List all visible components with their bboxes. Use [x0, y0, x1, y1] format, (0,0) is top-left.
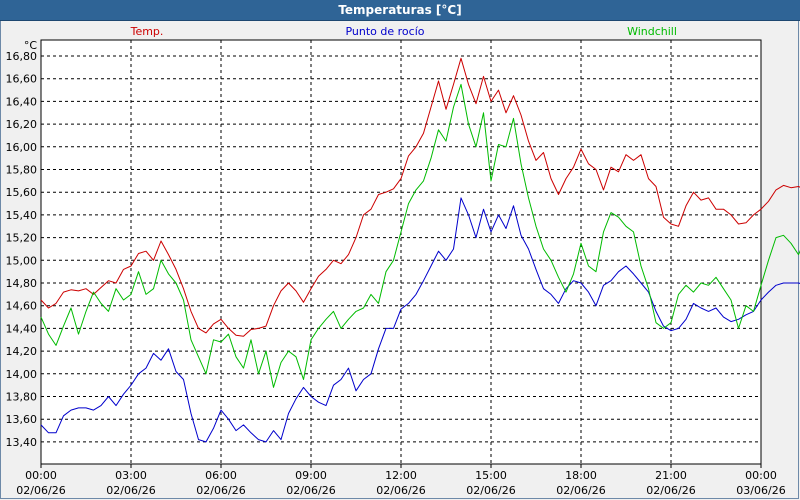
x-tick-time: 12:00 — [385, 469, 417, 482]
x-tick-time: 00:00 — [25, 469, 57, 482]
y-unit-label: °C — [24, 39, 38, 52]
y-tick-label: 16,20 — [6, 118, 38, 131]
y-tick-label: 15,00 — [6, 254, 38, 267]
x-tick-date: 02/06/26 — [106, 484, 155, 497]
x-tick-date: 02/06/26 — [16, 484, 65, 497]
x-tick-time: 00:00 — [745, 469, 777, 482]
legend-entry: Windchill — [627, 25, 677, 38]
x-tick-time: 09:00 — [295, 469, 327, 482]
y-tick-label: 13,80 — [6, 391, 38, 404]
x-tick-time: 03:00 — [115, 469, 147, 482]
y-tick-label: 14,40 — [6, 322, 38, 335]
x-tick-time: 18:00 — [565, 469, 597, 482]
y-tick-label: 14,60 — [6, 300, 38, 313]
x-tick-time: 21:00 — [655, 469, 687, 482]
y-tick-label: 16,60 — [6, 73, 38, 86]
temperature-chart: 13,40 13,60 13,80 14,00 14,20 14,40 14,60 14,80… — [6, 25, 800, 497]
y-tick-label: 14,80 — [6, 277, 38, 290]
y-tick-label: 14,00 — [6, 368, 38, 381]
y-tick-label: 16,00 — [6, 141, 38, 154]
y-tick-label: 15,20 — [6, 232, 38, 245]
y-tick-label: 15,60 — [6, 186, 38, 199]
x-tick-date: 02/06/26 — [196, 484, 245, 497]
x-tick-date: 02/06/26 — [556, 484, 605, 497]
legend-entry: Punto de rocío — [345, 25, 424, 38]
x-tick-date: 02/06/26 — [466, 484, 515, 497]
y-tick-label: 13,60 — [6, 413, 38, 426]
chart-grid — [40, 40, 762, 464]
x-tick-date: 02/06/26 — [646, 484, 695, 497]
y-tick-label: 16,40 — [6, 95, 38, 108]
y-tick-label: 15,80 — [6, 164, 38, 177]
x-tick-date: 02/06/26 — [376, 484, 425, 497]
y-tick-label: 15,40 — [6, 209, 38, 222]
x-tick-time: 06:00 — [205, 469, 237, 482]
x-tick-time: 15:00 — [475, 469, 507, 482]
x-tick-date: 02/06/26 — [286, 484, 335, 497]
legend-entry: Temp. — [130, 25, 164, 38]
y-tick-label: 14,20 — [6, 345, 38, 358]
y-tick-label: 13,40 — [6, 436, 38, 449]
x-tick-date: 03/06/26 — [736, 484, 785, 497]
